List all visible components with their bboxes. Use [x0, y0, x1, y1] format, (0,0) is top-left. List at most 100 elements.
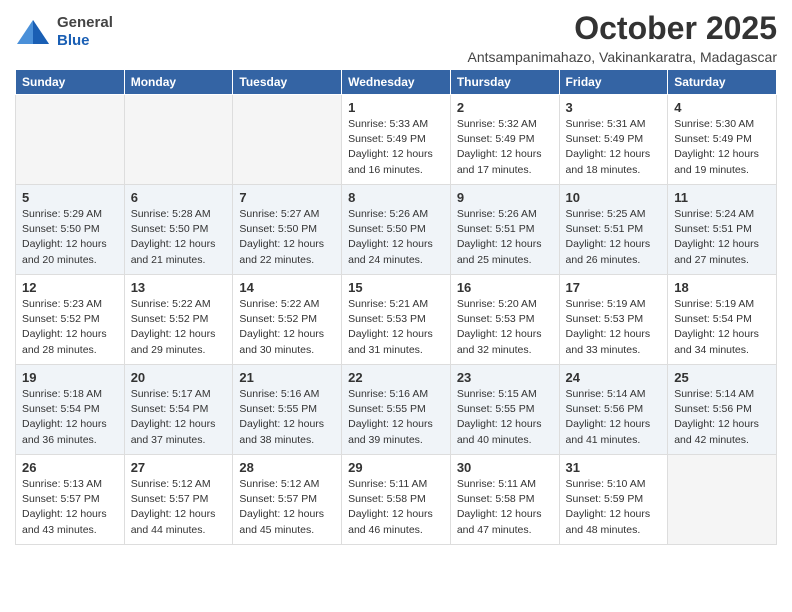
day-number: 11 — [674, 190, 770, 205]
logo: General Blue — [15, 14, 113, 50]
calendar-week-row: 5Sunrise: 5:29 AMSunset: 5:50 PMDaylight… — [16, 185, 777, 275]
calendar-cell: 18 Sunrise: 5:19 AMSunset: 5:54 PMDayligh… — [668, 275, 777, 365]
calendar-cell: 13 Sunrise: 5:22 AMSunset: 5:52 PMDayligh… — [124, 275, 233, 365]
page-header: General Blue October 2025 Antsampanimaha… — [15, 10, 777, 65]
calendar-cell: 17 Sunrise: 5:19 AMSunset: 5:53 PMDayligh… — [559, 275, 668, 365]
calendar-cell: 9 Sunrise: 5:26 AMSunset: 5:51 PMDaylight… — [450, 185, 559, 275]
calendar-cell: 5Sunrise: 5:29 AMSunset: 5:50 PMDaylight… — [16, 185, 125, 275]
calendar-cell — [233, 95, 342, 185]
day-number: 17 — [566, 280, 662, 295]
calendar-cell: 22 Sunrise: 5:16 AMSunset: 5:55 PMDayligh… — [342, 365, 451, 455]
calendar-cell: 25Sunrise: 5:14 AMSunset: 5:56 PMDayligh… — [668, 365, 777, 455]
day-number: 4 — [674, 100, 770, 115]
location-title: Antsampanimahazo, Vakinankaratra, Madaga… — [468, 49, 777, 65]
day-info: Sunrise: 5:18 AMSunset: 5:54 PMDaylight:… — [22, 387, 118, 448]
calendar-cell — [16, 95, 125, 185]
calendar-cell: 28 Sunrise: 5:12 AMSunset: 5:57 PMDayligh… — [233, 455, 342, 545]
day-info: Sunrise: 5:14 AMSunset: 5:56 PMDaylight:… — [566, 387, 662, 448]
day-info: Sunrise: 5:12 AMSunset: 5:57 PMDaylight:… — [239, 477, 335, 538]
calendar-cell: 26 Sunrise: 5:13 AMSunset: 5:57 PMDayligh… — [16, 455, 125, 545]
calendar-cell: 3 Sunrise: 5:31 AMSunset: 5:49 PMDaylight… — [559, 95, 668, 185]
day-info: Sunrise: 5:23 AMSunset: 5:52 PMDaylight:… — [22, 297, 118, 358]
calendar-cell: 29Sunrise: 5:11 AMSunset: 5:58 PMDayligh… — [342, 455, 451, 545]
title-block: October 2025 Antsampanimahazo, Vakinanka… — [468, 10, 777, 65]
day-info: Sunrise: 5:31 AMSunset: 5:49 PMDaylight:… — [566, 117, 662, 178]
weekday-header: Wednesday — [342, 70, 451, 95]
day-number: 9 — [457, 190, 553, 205]
weekday-header: Sunday — [16, 70, 125, 95]
calendar-cell: 16 Sunrise: 5:20 AMSunset: 5:53 PMDayligh… — [450, 275, 559, 365]
calendar-cell: 6Sunrise: 5:28 AMSunset: 5:50 PMDaylight… — [124, 185, 233, 275]
day-number: 16 — [457, 280, 553, 295]
day-info: Sunrise: 5:20 AMSunset: 5:53 PMDaylight:… — [457, 297, 553, 358]
day-info: Sunrise: 5:19 AMSunset: 5:53 PMDaylight:… — [566, 297, 662, 358]
calendar-week-row: 1Sunrise: 5:33 AMSunset: 5:49 PMDaylight… — [16, 95, 777, 185]
calendar-cell: 14 Sunrise: 5:22 AMSunset: 5:52 PMDayligh… — [233, 275, 342, 365]
day-info: Sunrise: 5:15 AMSunset: 5:55 PMDaylight:… — [457, 387, 553, 448]
day-info: Sunrise: 5:13 AMSunset: 5:57 PMDaylight:… — [22, 477, 118, 538]
day-info: Sunrise: 5:14 AMSunset: 5:56 PMDaylight:… — [674, 387, 770, 448]
day-number: 28 — [239, 460, 335, 475]
day-number: 3 — [566, 100, 662, 115]
day-number: 20 — [131, 370, 227, 385]
calendar-cell: 2 Sunrise: 5:32 AMSunset: 5:49 PMDaylight… — [450, 95, 559, 185]
calendar-cell: 27 Sunrise: 5:12 AMSunset: 5:57 PMDayligh… — [124, 455, 233, 545]
calendar-week-row: 12 Sunrise: 5:23 AMSunset: 5:52 PMDayligh… — [16, 275, 777, 365]
calendar-cell: 30Sunrise: 5:11 AMSunset: 5:58 PMDayligh… — [450, 455, 559, 545]
calendar-cell: 12 Sunrise: 5:23 AMSunset: 5:52 PMDayligh… — [16, 275, 125, 365]
calendar-cell: 20Sunrise: 5:17 AMSunset: 5:54 PMDayligh… — [124, 365, 233, 455]
day-info: Sunrise: 5:30 AMSunset: 5:49 PMDaylight:… — [674, 117, 770, 178]
calendar-cell: 19Sunrise: 5:18 AMSunset: 5:54 PMDayligh… — [16, 365, 125, 455]
calendar-cell: 21 Sunrise: 5:16 AMSunset: 5:55 PMDayligh… — [233, 365, 342, 455]
calendar-cell: 1Sunrise: 5:33 AMSunset: 5:49 PMDaylight… — [342, 95, 451, 185]
weekday-header: Tuesday — [233, 70, 342, 95]
day-info: Sunrise: 5:26 AMSunset: 5:50 PMDaylight:… — [348, 207, 444, 268]
calendar-cell — [124, 95, 233, 185]
day-number: 23 — [457, 370, 553, 385]
day-info: Sunrise: 5:22 AMSunset: 5:52 PMDaylight:… — [131, 297, 227, 358]
day-number: 24 — [566, 370, 662, 385]
day-number: 10 — [566, 190, 662, 205]
weekday-header: Monday — [124, 70, 233, 95]
calendar-cell: 31 Sunrise: 5:10 AMSunset: 5:59 PMDayligh… — [559, 455, 668, 545]
day-info: Sunrise: 5:12 AMSunset: 5:57 PMDaylight:… — [131, 477, 227, 538]
day-number: 22 — [348, 370, 444, 385]
calendar-cell: 7 Sunrise: 5:27 AMSunset: 5:50 PMDaylight… — [233, 185, 342, 275]
day-info: Sunrise: 5:32 AMSunset: 5:49 PMDaylight:… — [457, 117, 553, 178]
calendar-cell: 10 Sunrise: 5:25 AMSunset: 5:51 PMDayligh… — [559, 185, 668, 275]
day-number: 2 — [457, 100, 553, 115]
day-info: Sunrise: 5:16 AMSunset: 5:55 PMDaylight:… — [348, 387, 444, 448]
day-info: Sunrise: 5:27 AMSunset: 5:50 PMDaylight:… — [239, 207, 335, 268]
weekday-header: Saturday — [668, 70, 777, 95]
day-info: Sunrise: 5:21 AMSunset: 5:53 PMDaylight:… — [348, 297, 444, 358]
day-info: Sunrise: 5:26 AMSunset: 5:51 PMDaylight:… — [457, 207, 553, 268]
day-number: 15 — [348, 280, 444, 295]
day-number: 27 — [131, 460, 227, 475]
logo-icon — [15, 18, 51, 46]
calendar-cell: 23 Sunrise: 5:15 AMSunset: 5:55 PMDayligh… — [450, 365, 559, 455]
day-info: Sunrise: 5:22 AMSunset: 5:52 PMDaylight:… — [239, 297, 335, 358]
day-number: 21 — [239, 370, 335, 385]
calendar-cell: 15 Sunrise: 5:21 AMSunset: 5:53 PMDayligh… — [342, 275, 451, 365]
weekday-header: Friday — [559, 70, 668, 95]
month-title: October 2025 — [468, 10, 777, 47]
day-number: 14 — [239, 280, 335, 295]
calendar-week-row: 19Sunrise: 5:18 AMSunset: 5:54 PMDayligh… — [16, 365, 777, 455]
day-number: 5 — [22, 190, 118, 205]
day-info: Sunrise: 5:25 AMSunset: 5:51 PMDaylight:… — [566, 207, 662, 268]
calendar-cell — [668, 455, 777, 545]
day-info: Sunrise: 5:28 AMSunset: 5:50 PMDaylight:… — [131, 207, 227, 268]
day-info: Sunrise: 5:10 AMSunset: 5:59 PMDaylight:… — [566, 477, 662, 538]
calendar-table: SundayMondayTuesdayWednesdayThursdayFrid… — [15, 69, 777, 545]
day-number: 13 — [131, 280, 227, 295]
calendar-header-row: SundayMondayTuesdayWednesdayThursdayFrid… — [16, 70, 777, 95]
day-number: 26 — [22, 460, 118, 475]
day-number: 18 — [674, 280, 770, 295]
day-number: 12 — [22, 280, 118, 295]
day-info: Sunrise: 5:16 AMSunset: 5:55 PMDaylight:… — [239, 387, 335, 448]
day-number: 7 — [239, 190, 335, 205]
day-number: 31 — [566, 460, 662, 475]
day-info: Sunrise: 5:19 AMSunset: 5:54 PMDaylight:… — [674, 297, 770, 358]
day-info: Sunrise: 5:33 AMSunset: 5:49 PMDaylight:… — [348, 117, 444, 178]
day-number: 30 — [457, 460, 553, 475]
